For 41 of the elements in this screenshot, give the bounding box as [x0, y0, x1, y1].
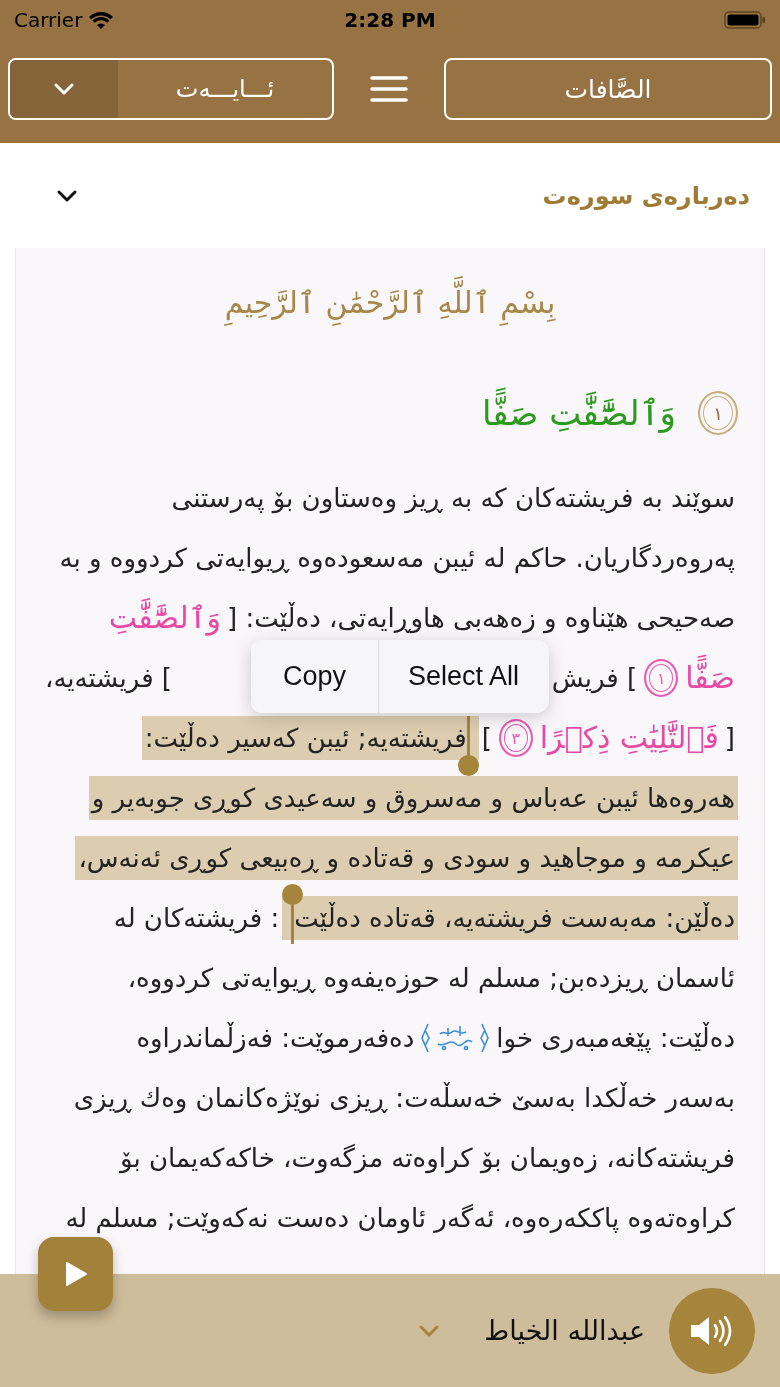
play-icon [63, 1261, 88, 1287]
quran-verse-text: صَفًّا [682, 656, 738, 700]
play-button[interactable] [38, 1237, 113, 1311]
surah-button[interactable]: الصَّافات [444, 58, 772, 120]
commentary-text: دەڵێت: پێغەمبەری خوا [495, 1021, 736, 1056]
quran-verse-text: فَٱلتَّٰلِيَٰتِ ذِكۡرًا [538, 719, 720, 757]
expand-button[interactable] [56, 188, 78, 203]
commentary-text: صەحیحی هێناوە و زەهەبی هاوڕایەتی، دەڵێت: [ [226, 601, 736, 636]
commentary-text: [ [723, 722, 736, 755]
bismillah-calligraphy: بِسْمِ ٱللَّهِ ٱلرَّحْمَٰنِ ٱلرَّحِيمِ [42, 268, 738, 358]
commentary-text: ئاسمان ڕیزدەبن; مسلم لە حوزەیفەوە ڕیوایەتی کردووە، [126, 962, 736, 996]
commentary-text: دەفەرموێت: فەزڵماندراوە [135, 1021, 416, 1056]
ayah-number: ٣ [498, 719, 533, 757]
ayah-number: ١ [698, 391, 738, 435]
commentary-text: سوێند بە فریشتەکان کە بە ڕیز وەستاون بۆ پەرستنی [170, 482, 736, 516]
commentary-text: عیکرمە و موجاهید و سودی و قەتادە و ڕەبیعی کوڕی ئەنەس، [75, 836, 738, 880]
about-surah-heading[interactable]: دەربارەی سورەت [542, 181, 750, 210]
clock-time: 2:28 PM [344, 8, 436, 32]
quran-verse-text: وَٱلصَّٰٓفَّٰتِ [107, 597, 223, 638]
carrier-name: Carrier [14, 8, 83, 32]
ayah-text: وَٱلصَّٰٓفَّٰتِ صَفًّا [477, 380, 680, 446]
commentary-text: ] [480, 722, 493, 755]
commentary-text: ] فریش [550, 662, 639, 696]
reciter-name[interactable]: عبدالله الخیاط [484, 1315, 645, 1346]
commentary-text: ] فریشتەیە، [44, 662, 173, 696]
menu-item[interactable]: Select All [378, 640, 550, 713]
commentary-text: پەروەردگاریان. حاکم لە ئیبن مەسعودەوە ڕیوایەتی کردووە و بە [58, 542, 736, 576]
commentary-text: هەروەها ئیبن عەباس و مەسروق و سەعیدی کوڕی جوبەیر و [88, 776, 738, 820]
commentary-text: : فریشتەکان لە [112, 902, 281, 936]
commentary-text: بەسەر خەڵکدا بەسێ خەسڵەت: ڕیزی نوێژەکانمان وەك ڕیزی [72, 1081, 736, 1116]
commentary-text: فریشتەکانە، زەویمان بۆ کراوەتە مزگەوت، خاکەکەیمان بۆ [118, 1142, 736, 1176]
commentary-text: کراوەتەوە پاککەرەوە، ئەگەر ئاومان دەست نەکەوێت; مسلم لە [64, 1202, 736, 1236]
chevron-down-icon [53, 82, 75, 96]
chevron-down-icon [418, 1323, 441, 1338]
ayah-dropdown[interactable]: ئـــايـــەت [8, 58, 334, 120]
ayah-number: ١ [644, 659, 679, 697]
menu-icon [370, 75, 408, 103]
wifi-icon [88, 10, 115, 30]
battery-icon [724, 10, 766, 30]
menu-item[interactable]: Copy [250, 640, 380, 713]
chevron-down-icon [56, 188, 78, 203]
